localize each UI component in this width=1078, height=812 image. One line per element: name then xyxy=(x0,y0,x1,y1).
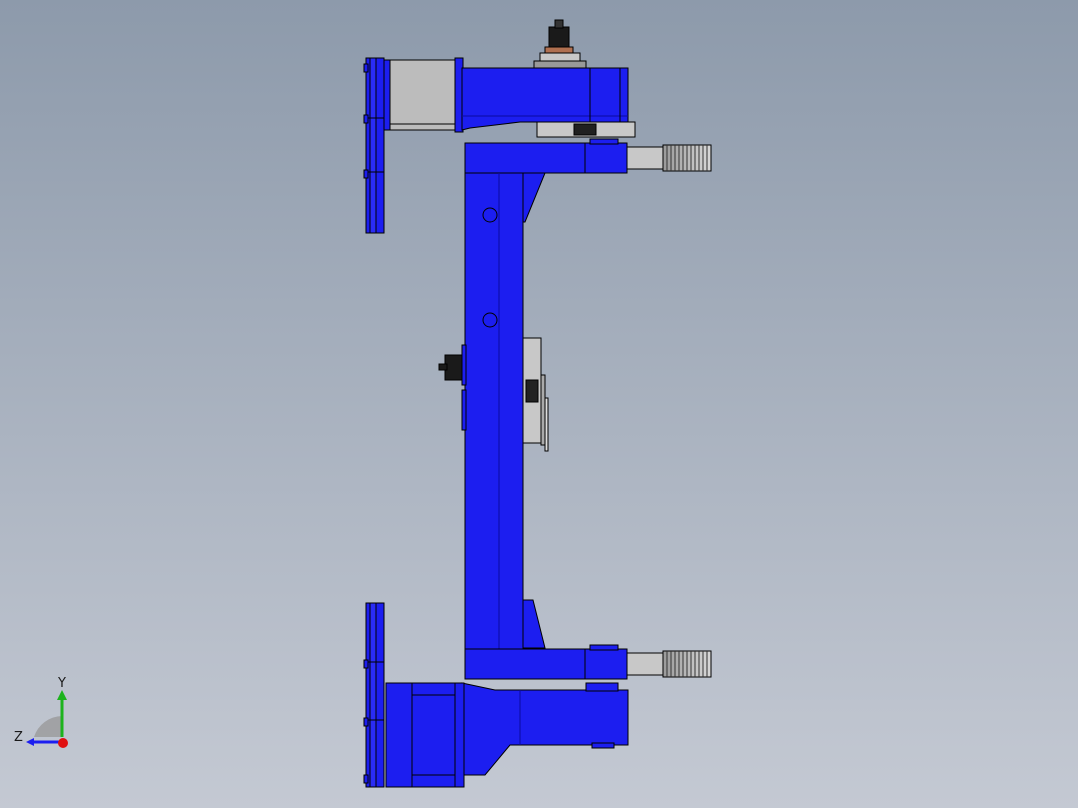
top-guide-rail[interactable] xyxy=(536,121,636,138)
top-motor-housing[interactable] xyxy=(383,57,464,133)
bottom-crossbar[interactable] xyxy=(464,644,628,680)
top-crossbar[interactable] xyxy=(464,138,628,174)
bottom-motor-housing[interactable] xyxy=(385,682,465,788)
orientation-triad: Y Z xyxy=(10,676,80,752)
top-shaft[interactable] xyxy=(626,144,712,172)
bottom-flange-plate[interactable] xyxy=(363,602,385,788)
origin-dot xyxy=(58,738,68,748)
top-flange-plate[interactable] xyxy=(363,57,385,234)
y-axis-label: Y xyxy=(58,676,66,691)
top-arm[interactable] xyxy=(461,67,629,131)
main-column[interactable] xyxy=(464,172,524,651)
cad-viewport[interactable]: Y Z xyxy=(0,0,1078,808)
cad-model-drawing xyxy=(0,0,1078,808)
z-axis-label: Z xyxy=(14,730,23,745)
bottom-shaft[interactable] xyxy=(626,650,712,678)
